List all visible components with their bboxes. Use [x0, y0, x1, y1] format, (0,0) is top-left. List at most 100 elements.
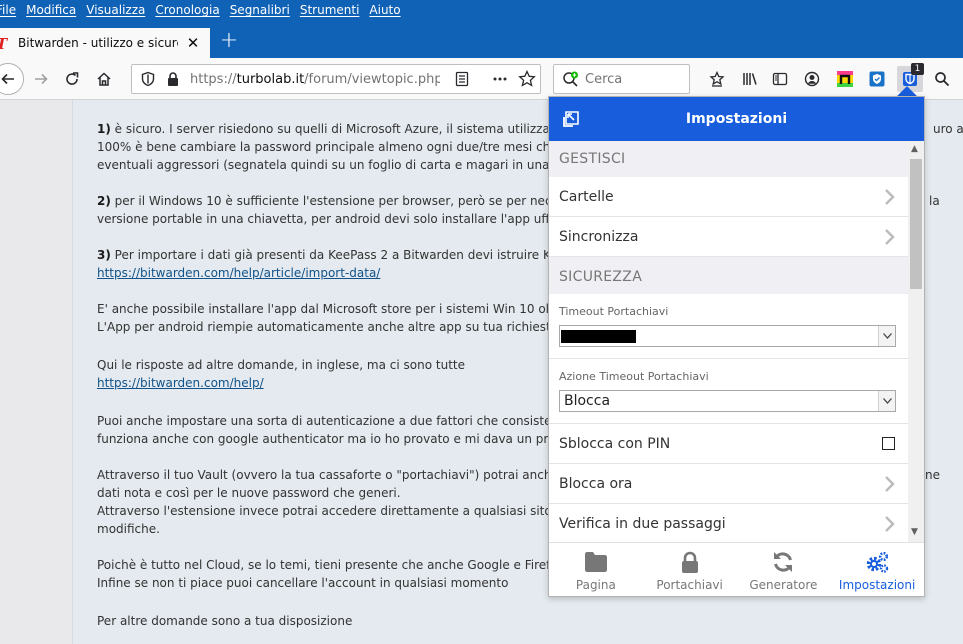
bookmarks-button[interactable] [705, 67, 729, 91]
menu-edit[interactable]: Modifica [21, 3, 81, 17]
account-button[interactable] [800, 67, 824, 91]
scroll-down-icon[interactable]: ▼ [911, 527, 918, 537]
arrow-right-icon [35, 73, 48, 85]
menu-view[interactable]: Visualizza [81, 3, 150, 17]
tab-settings-label: Impostazioni [838, 578, 916, 592]
settings-list: GESTISCI Cartelle Sincronizza SICUREZZA … [549, 141, 908, 542]
search-engine-icon [563, 71, 578, 87]
home-icon [97, 72, 111, 86]
search-button[interactable] [930, 67, 954, 91]
folders-row[interactable]: Cartelle [549, 177, 908, 217]
menu-tools[interactable]: Strumenti [295, 3, 365, 17]
unlock-pin-label: Sblocca con PIN [559, 435, 671, 452]
home-button[interactable] [92, 67, 116, 91]
extension-shield-button[interactable] [865, 67, 889, 91]
post-line: Infine se non ti piace puoi cancellare l… [97, 576, 509, 590]
bitwarden-popup: Impostazioni GESTISCI Cartelle Sincroniz… [548, 96, 925, 597]
sidebar-button[interactable] [768, 67, 792, 91]
menu-bookmarks[interactable]: Segnalibri [225, 3, 295, 17]
section-security-heading: SICUREZZA [549, 257, 908, 294]
browser-tab[interactable]: T Bitwarden - utilizzo e sicurezza ✕ [0, 28, 210, 58]
lock-icon[interactable] [166, 71, 180, 87]
chevron-right-icon [885, 189, 895, 205]
post-line-tail: la [929, 194, 940, 208]
account-icon [804, 71, 820, 87]
tab-current-page[interactable]: Pagina [549, 543, 643, 597]
tab-current-page-label: Pagina [575, 578, 616, 592]
extension-n-icon [837, 71, 853, 87]
reload-button[interactable] [60, 67, 84, 91]
post-line: Qui le risposte ad altre domande, in ing… [97, 358, 465, 372]
vault-timeout-action-value: Blocca [564, 393, 611, 409]
magnifier-icon [935, 72, 950, 87]
site-favicon-icon: T [0, 35, 10, 53]
dropdown-caret-icon [878, 326, 895, 346]
popup-header: Impostazioni [549, 97, 924, 141]
tab-settings[interactable]: Impostazioni [830, 543, 924, 597]
bookmark-star-icon[interactable] [518, 70, 536, 88]
page-actions-icon[interactable] [492, 71, 508, 87]
vault-timeout-action-select[interactable]: Blocca [559, 390, 896, 412]
scroll-up-icon[interactable]: ▲ [911, 144, 918, 154]
two-step-row[interactable]: Verifica in due passaggi [549, 504, 908, 542]
unlock-pin-row[interactable]: Sblocca con PIN [549, 424, 908, 464]
tab-generator[interactable]: Generatore [737, 543, 831, 597]
post-line: funziona anche con google authenticator … [97, 432, 567, 446]
bitwarden-extension-button[interactable]: 1 [897, 63, 924, 92]
redacted-value [561, 330, 636, 343]
search-placeholder: Cerca [585, 72, 623, 87]
popup-title: Impostazioni [685, 111, 788, 127]
post-line-tail: ne [925, 468, 940, 482]
menu-help[interactable]: Aiuto [364, 3, 405, 17]
vault-timeout-action-field: Azione Timeout Portachiavi Blocca [549, 359, 908, 424]
url-bar[interactable]: https://turbolab.it/forum/viewtopic.php?… [131, 64, 541, 94]
import-data-link[interactable]: https://bitwarden.com/help/article/impor… [97, 264, 380, 282]
post-line: Poichè è tutto nel Cloud, se lo temi, ti… [97, 558, 558, 572]
help-link[interactable]: https://bitwarden.com/help/ [97, 374, 264, 392]
folder-icon [584, 552, 607, 572]
unlock-pin-checkbox[interactable] [882, 437, 895, 450]
new-tab-button[interactable]: + [218, 30, 240, 53]
extension-colorful-button[interactable] [833, 67, 857, 91]
vault-timeout-select[interactable] [559, 325, 896, 347]
post-line: 100% è bene cambiare la password princip… [97, 140, 570, 154]
post-line-tail: uro al [933, 122, 963, 136]
tab-my-vault[interactable]: Portachiavi [643, 543, 737, 597]
menu-history[interactable]: Cronologia [150, 3, 224, 17]
popup-footer-tabs: Pagina Portachiavi Generatore Impostazio… [549, 542, 924, 596]
post-line: Attraverso il tuo Vault (ovvero la tua c… [97, 468, 559, 482]
scrollbar-thumb[interactable] [910, 159, 922, 289]
close-tab-icon[interactable]: ✕ [186, 34, 200, 52]
post-line: L'App per android riempie automaticament… [97, 320, 562, 334]
lock-now-row[interactable]: Blocca ora [549, 464, 908, 504]
tab-my-vault-label: Portachiavi [656, 578, 723, 592]
post-line: modifiche. [97, 522, 160, 536]
search-bar[interactable]: Cerca [553, 64, 690, 94]
back-button[interactable] [0, 63, 24, 95]
forward-button[interactable] [29, 67, 53, 91]
tracking-protection-shield-icon[interactable] [140, 71, 156, 87]
post-line: eventuali aggressori (segnatela quindi s… [97, 158, 561, 172]
post-line: versione portable in una chiavetta, per … [97, 212, 560, 226]
url-text[interactable]: https://turbolab.it/forum/viewtopic.php?… [190, 72, 440, 87]
sync-row[interactable]: Sincronizza [549, 217, 908, 257]
vault-timeout-action-label: Azione Timeout Portachiavi [559, 370, 709, 383]
tab-generator-label: Generatore [749, 578, 818, 592]
popup-scrollbar[interactable]: ▲ ▼ [908, 141, 924, 542]
library-button[interactable] [738, 67, 762, 91]
tab-strip: T Bitwarden - utilizzo e sicurezza ✕ + [0, 20, 963, 58]
post-line: 2) per il Windows 10 è sufficiente l'est… [97, 194, 566, 208]
shield-check-icon [869, 71, 885, 87]
tab-title: Bitwarden - utilizzo e sicurezza [18, 36, 178, 50]
reader-view-icon[interactable] [454, 71, 470, 87]
sidebar-icon [772, 72, 788, 86]
dropdown-caret-icon [878, 391, 895, 411]
lock-now-label: Blocca ora [559, 475, 633, 492]
section-manage-heading: GESTISCI [549, 141, 908, 177]
menu-file[interactable]: File [0, 3, 21, 17]
cogs-icon [866, 551, 889, 573]
arrow-left-icon [1, 73, 14, 85]
refresh-icon [774, 552, 793, 572]
post-line: E' anche possibile installare l'app dal … [97, 302, 566, 316]
two-step-label: Verifica in due passaggi [559, 515, 726, 532]
